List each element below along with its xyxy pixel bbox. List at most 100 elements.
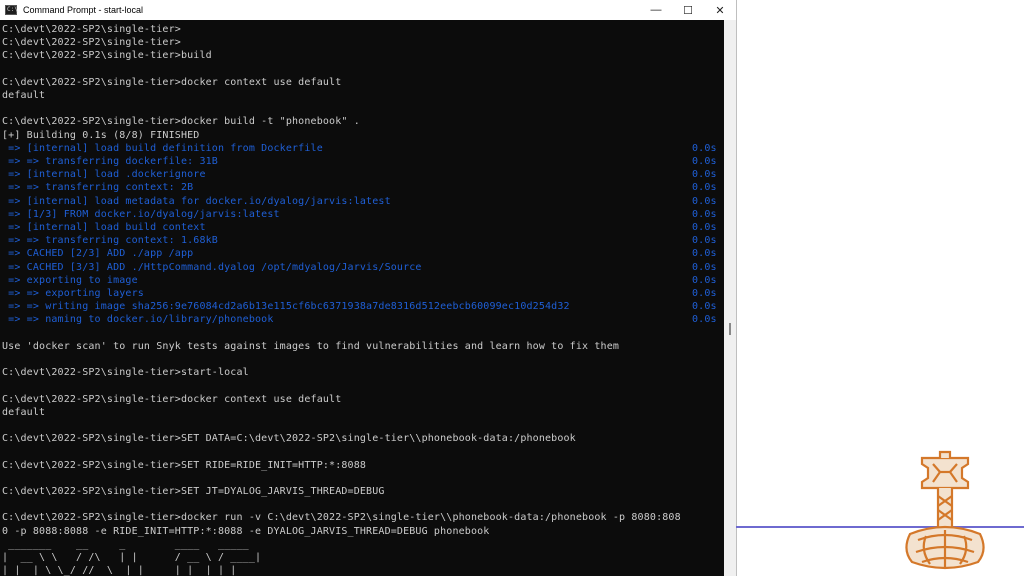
dyalog-hammer-logo [905, 450, 985, 570]
build-step-duration: 0.0s [692, 248, 717, 260]
console-line-text: default [2, 406, 46, 418]
console-line: => [internal] load metadata for docker.i… [2, 195, 722, 208]
console-line: | __ \ \ / /\ | | / __ \ / ____| [2, 551, 722, 564]
console-line-text: | | | \ \_/ // \ | | | | | | | [2, 565, 237, 576]
build-step-duration: 0.0s [692, 274, 717, 286]
console-line: => => exporting layers 0.0s [2, 287, 722, 300]
command-prompt-icon: C:\ [5, 5, 18, 15]
console-line: => [internal] load build definition from… [2, 142, 722, 155]
console-line-text: => [1/3] FROM docker.io/dyalog/jarvis:la… [2, 208, 280, 220]
console-line-text: => [internal] load build definition from… [2, 142, 323, 154]
build-step-duration: 0.0s [692, 182, 717, 194]
build-step-duration: 0.0s [692, 156, 717, 167]
build-step-duration: 0.0s [692, 301, 717, 313]
console-line: => [internal] load build context 0.0s [2, 221, 722, 234]
console-line-text: Use 'docker scan' to run Snyk tests agai… [2, 340, 620, 352]
console-line: default [2, 406, 722, 419]
console-line-text: C:\devt\2022-SP2\single-tier>docker run … [2, 512, 681, 524]
console-line: | | | \ \_/ // \ | | | | | | | [2, 564, 722, 576]
console-line: C:\devt\2022-SP2\single-tier>SET JT=DYAL… [2, 485, 722, 498]
console-line-text: => => exporting layers [2, 288, 144, 299]
console-line: => => naming to docker.io/library/phoneb… [2, 313, 722, 326]
build-step-duration: 0.0s [692, 222, 717, 233]
console-line: => => writing image sha256:9e76084cd2a6b… [2, 300, 722, 313]
console-line: [+] Building 0.1s (8/8) FINISHED [2, 129, 722, 142]
console-line-text: C:\devt\2022-SP2\single-tier>SET JT=DYAL… [2, 486, 385, 497]
console-line-text: 0 -p 8088:8088 -e RIDE_INIT=HTTP:*:8088 … [2, 525, 490, 537]
console-line: C:\devt\2022-SP2\single-tier>SET DATA=C:… [2, 432, 722, 445]
console-line: default [2, 89, 722, 102]
console-line-text: => => writing image sha256:9e76084cd2a6b… [2, 301, 570, 313]
console-line: => => transferring context: 1.68kB 0.0s [2, 234, 722, 247]
build-step-duration: 0.0s [692, 208, 717, 220]
console-line-text: default [2, 90, 46, 101]
console-line-text: => => transferring dockerfile: 31B [2, 156, 218, 167]
console-output[interactable]: C:\devt\2022-SP2\single-tier> C:\devt\202… [0, 20, 724, 576]
title-bar[interactable]: C:\ Command Prompt - start-local — ☐ ✕ [0, 0, 736, 20]
console-line-text: => [internal] load metadata for docker.i… [2, 195, 391, 207]
window-controls: — ☐ ✕ [640, 0, 736, 20]
console-scrollbar[interactable] [724, 20, 736, 576]
console-line-text: C:\devt\2022-SP2\single-tier> [2, 37, 181, 49]
console-line-text: => exporting to image [2, 274, 138, 286]
console-line: => CACHED [2/3] ADD ./app /app 0.0s [2, 247, 722, 260]
console-line: => exporting to image 0.0s [2, 274, 722, 287]
console-line: _______ __ _ ____ _____ [2, 538, 722, 551]
console-line-text: => [internal] load build context [2, 222, 206, 233]
build-step-duration: 0.0s [692, 142, 717, 154]
console-line-text: => [internal] load .dockerignore [2, 169, 206, 181]
console-line: => => transferring dockerfile: 31B 0.0s [2, 155, 722, 168]
console-line: C:\devt\2022-SP2\single-tier>build [2, 49, 722, 62]
console-line-text: => => transferring context: 1.68kB [2, 235, 218, 247]
console-line-text: C:\devt\2022-SP2\single-tier> [2, 24, 181, 35]
console-line: => CACHED [3/3] ADD ./HttpCommand.dyalog… [2, 261, 722, 274]
console-line: C:\devt\2022-SP2\single-tier>start-local [2, 366, 722, 379]
console-line: => [1/3] FROM docker.io/dyalog/jarvis:la… [2, 208, 722, 221]
console-line-text: | __ \ \ / /\ | | / __ \ / ____| [2, 552, 262, 563]
window-title: Command Prompt - start-local [23, 5, 144, 15]
maximize-button[interactable]: ☐ [672, 0, 704, 20]
console-line: C:\devt\2022-SP2\single-tier>docker cont… [2, 76, 722, 89]
console-line: Use 'docker scan' to run Snyk tests agai… [2, 340, 722, 353]
console-line: => => transferring context: 2B 0.0s [2, 181, 722, 194]
console-line: => [internal] load .dockerignore 0.0s [2, 168, 722, 181]
console-line-text: => => transferring context: 2B [2, 182, 194, 194]
console-line: C:\devt\2022-SP2\single-tier>docker cont… [2, 393, 722, 406]
console-line-text: => => naming to docker.io/library/phoneb… [2, 314, 274, 326]
close-button[interactable]: ✕ [704, 0, 736, 20]
build-step-duration: 0.0s [692, 169, 717, 181]
build-step-duration: 0.0s [692, 314, 717, 326]
scrollbar-thumb[interactable] [729, 323, 731, 335]
console-line-text: C:\devt\2022-SP2\single-tier>SET RIDE=RI… [2, 459, 367, 471]
console-line-text: [+] Building 0.1s (8/8) FINISHED [2, 129, 200, 141]
console-line: C:\devt\2022-SP2\single-tier>docker run … [2, 511, 722, 524]
build-step-duration: 0.0s [692, 261, 717, 273]
console-line-text: => CACHED [2/3] ADD ./app /app [2, 248, 194, 260]
console-line-text: => CACHED [3/3] ADD ./HttpCommand.dyalog… [2, 261, 422, 273]
console-line-text: C:\devt\2022-SP2\single-tier>build [2, 50, 212, 62]
minimize-button[interactable]: — [640, 0, 672, 20]
console-line-text: C:\devt\2022-SP2\single-tier>docker cont… [2, 393, 342, 405]
build-step-duration: 0.0s [692, 288, 717, 299]
console-line: C:\devt\2022-SP2\single-tier> [2, 36, 722, 49]
command-prompt-window: C:\ Command Prompt - start-local — ☐ ✕ C… [0, 0, 736, 576]
console-line: 0 -p 8088:8088 -e RIDE_INIT=HTTP:*:8088 … [2, 525, 722, 538]
console-line-text: C:\devt\2022-SP2\single-tier>docker cont… [2, 76, 342, 88]
console-line-text: C:\devt\2022-SP2\single-tier>start-local [2, 367, 249, 379]
build-step-duration: 0.0s [692, 195, 717, 207]
console-line-text: C:\devt\2022-SP2\single-tier>docker buil… [2, 116, 360, 128]
build-step-duration: 0.0s [692, 235, 717, 247]
console-line: C:\devt\2022-SP2\single-tier>docker buil… [2, 115, 722, 128]
console-line-text: _______ __ _ ____ _____ [2, 538, 249, 550]
console-line-text: C:\devt\2022-SP2\single-tier>SET DATA=C:… [2, 433, 576, 445]
console-line: C:\devt\2022-SP2\single-tier>SET RIDE=RI… [2, 459, 722, 472]
